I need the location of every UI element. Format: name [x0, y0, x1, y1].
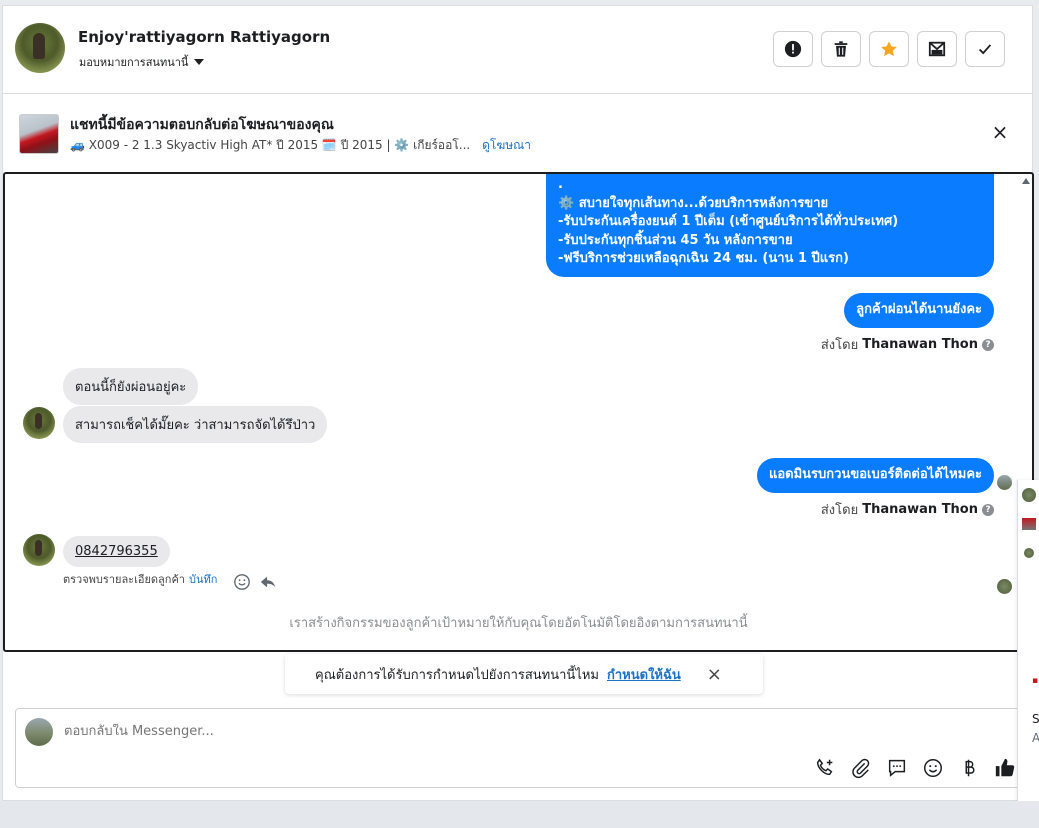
notification-dot: ▪: [1032, 676, 1039, 686]
ad-thumbnail[interactable]: [19, 114, 59, 154]
assign-prompt-toast: คุณต้องการได้รับการกำหนดไปยังการสนทนานี้…: [285, 654, 763, 694]
composer-toolbar: [814, 757, 1016, 779]
page-avatar: [25, 718, 53, 746]
ad-subtitle: 🚙 X009 - 2 1.3 Skyactiv High AT* ปี 2015…: [70, 136, 531, 155]
contact-avatar[interactable]: [15, 23, 65, 73]
assign-dropdown[interactable]: มอบหมายการสนทนานี้: [79, 53, 205, 71]
read-receipt-avatar: [997, 475, 1012, 490]
customer-details-detected: ตรวจพบรายละเอียดลูกค้า บันทึก: [63, 570, 217, 588]
baht-icon[interactable]: [958, 757, 980, 779]
star-icon: [881, 41, 897, 57]
message-bubble-outgoing[interactable]: . ⚙️ สบายใจทุกเส้นทาง...ด้วยบริการหลังกา…: [546, 174, 994, 277]
envelope-icon: [928, 41, 946, 57]
exclamation-icon: [784, 40, 802, 58]
sent-by-prefix: ส่งโดย: [820, 338, 859, 353]
message-line: ⚙️ สบายใจทุกเส้นทาง...ด้วยบริการหลังการข…: [558, 195, 829, 211]
contact-avatar-small[interactable]: [1024, 548, 1034, 558]
auto-activity-notice: เราสร้างกิจกรรมของลูกค้าเป้าหมายให้กับคุ…: [289, 616, 748, 631]
like-icon[interactable]: [994, 757, 1016, 779]
ad-thumbnail[interactable]: [1022, 518, 1036, 530]
save-details-link[interactable]: บันทึก: [189, 570, 217, 588]
message-bubble-incoming[interactable]: 0842796355: [63, 536, 170, 567]
view-ad-link[interactable]: ดูโฆษณา: [482, 138, 531, 152]
react-emoji-icon[interactable]: [233, 573, 251, 591]
conversation-header: Enjoy'rattiyagorn Rattiyagorn มอบหมายการ…: [3, 6, 1032, 94]
sender-name: Thanawan Thon: [862, 337, 978, 352]
star-button[interactable]: [869, 31, 909, 67]
phone-number-link[interactable]: 0842796355: [75, 544, 158, 559]
contact-avatar-small[interactable]: [1022, 488, 1036, 502]
close-icon[interactable]: ×: [990, 122, 1010, 142]
message-bubble-outgoing[interactable]: แอดมินรบกวนขอเบอร์ติดต่อได้ไหมคะ: [756, 458, 994, 493]
reply-input[interactable]: [64, 724, 664, 739]
emoji-icon[interactable]: [922, 757, 944, 779]
sent-by-prefix: ส่งโดย: [820, 503, 859, 518]
message-bubble-incoming[interactable]: สามารถเช็คได้มั๊ยคะ ว่าสามารถจัดได้รึป่า…: [63, 406, 328, 443]
sent-by-label: ส่งโดย Thanawan Thon ?: [821, 334, 994, 355]
details-detected-label: ตรวจพบรายละเอียดลูกค้า: [63, 573, 185, 586]
call-add-icon[interactable]: [814, 757, 836, 779]
side-text-s: S: [1032, 712, 1039, 726]
contact-avatar-small: [23, 407, 55, 439]
side-panel-peek[interactable]: ▪ S A: [1017, 480, 1039, 815]
sender-name: Thanawan Thon: [862, 502, 978, 517]
trash-icon: [834, 41, 848, 57]
close-icon[interactable]: ×: [707, 664, 722, 685]
message-line: -ฟรีบริการช่วยเหลือฉุกเฉิน 24 ชม. (นาน 1…: [558, 251, 849, 266]
message-actions: [233, 573, 277, 591]
spam-button[interactable]: [773, 31, 813, 67]
message-line: -รับประกันเครื่องยนต์ 1 ปีเต็ม (เข้าศูนย…: [558, 214, 899, 229]
attachment-icon[interactable]: [850, 757, 872, 779]
mark-unread-button[interactable]: [917, 31, 957, 67]
done-button[interactable]: [965, 31, 1005, 67]
message-bubble-incoming[interactable]: ตอนนี้ก็ยังผ่อนอยู่คะ: [63, 368, 199, 405]
message-line: -รับประกันทุกชิ้นส่วน 45 วัน หลังการขาย: [558, 232, 793, 248]
read-receipt-avatar: [997, 579, 1012, 594]
ad-reference-bar: แชทนี้มีข้อความตอบกลับต่อโฆษณาของคุณ 🚙 X…: [3, 94, 1032, 172]
scroll-up-arrow-icon[interactable]: [1022, 178, 1030, 184]
assign-prompt-text: คุณต้องการได้รับการกำหนดไปยังการสนทนานี้…: [315, 667, 599, 683]
conversation-panel: Enjoy'rattiyagorn Rattiyagorn มอบหมายการ…: [2, 5, 1034, 801]
app-root: Enjoy'rattiyagorn Rattiyagorn มอบหมายการ…: [0, 0, 1039, 828]
help-icon[interactable]: ?: [982, 338, 994, 351]
message-thread[interactable]: . ⚙️ สบายใจทุกเส้นทาง...ด้วยบริการหลังกา…: [3, 172, 1034, 652]
sent-by-label: ส่งโดย Thanawan Thon ?: [821, 499, 994, 520]
help-icon[interactable]: ?: [982, 503, 994, 516]
page-footer-bar: [0, 801, 1039, 828]
side-text-a: A: [1032, 731, 1039, 745]
message-bubble-outgoing[interactable]: ลูกค้าผ่อนได้นานยังคะ: [844, 293, 994, 328]
reply-composer: [15, 708, 1027, 788]
contact-avatar-small: [23, 534, 55, 566]
assign-to-me-link[interactable]: กำหนดให้ฉัน: [607, 664, 681, 685]
ad-description: 🚙 X009 - 2 1.3 Skyactiv High AT* ปี 2015…: [70, 138, 471, 152]
message-line: .: [558, 177, 563, 192]
delete-button[interactable]: [821, 31, 861, 67]
saved-reply-icon[interactable]: [886, 757, 908, 779]
caret-down-icon: [194, 59, 205, 65]
ad-title: แชทนี้มีข้อความตอบกลับต่อโฆษณาของคุณ: [70, 117, 334, 133]
assign-label: มอบหมายการสนทนานี้: [79, 56, 189, 69]
contact-name[interactable]: Enjoy'rattiyagorn Rattiyagorn: [78, 28, 330, 46]
check-icon: [978, 44, 992, 55]
reply-icon[interactable]: [259, 573, 277, 591]
